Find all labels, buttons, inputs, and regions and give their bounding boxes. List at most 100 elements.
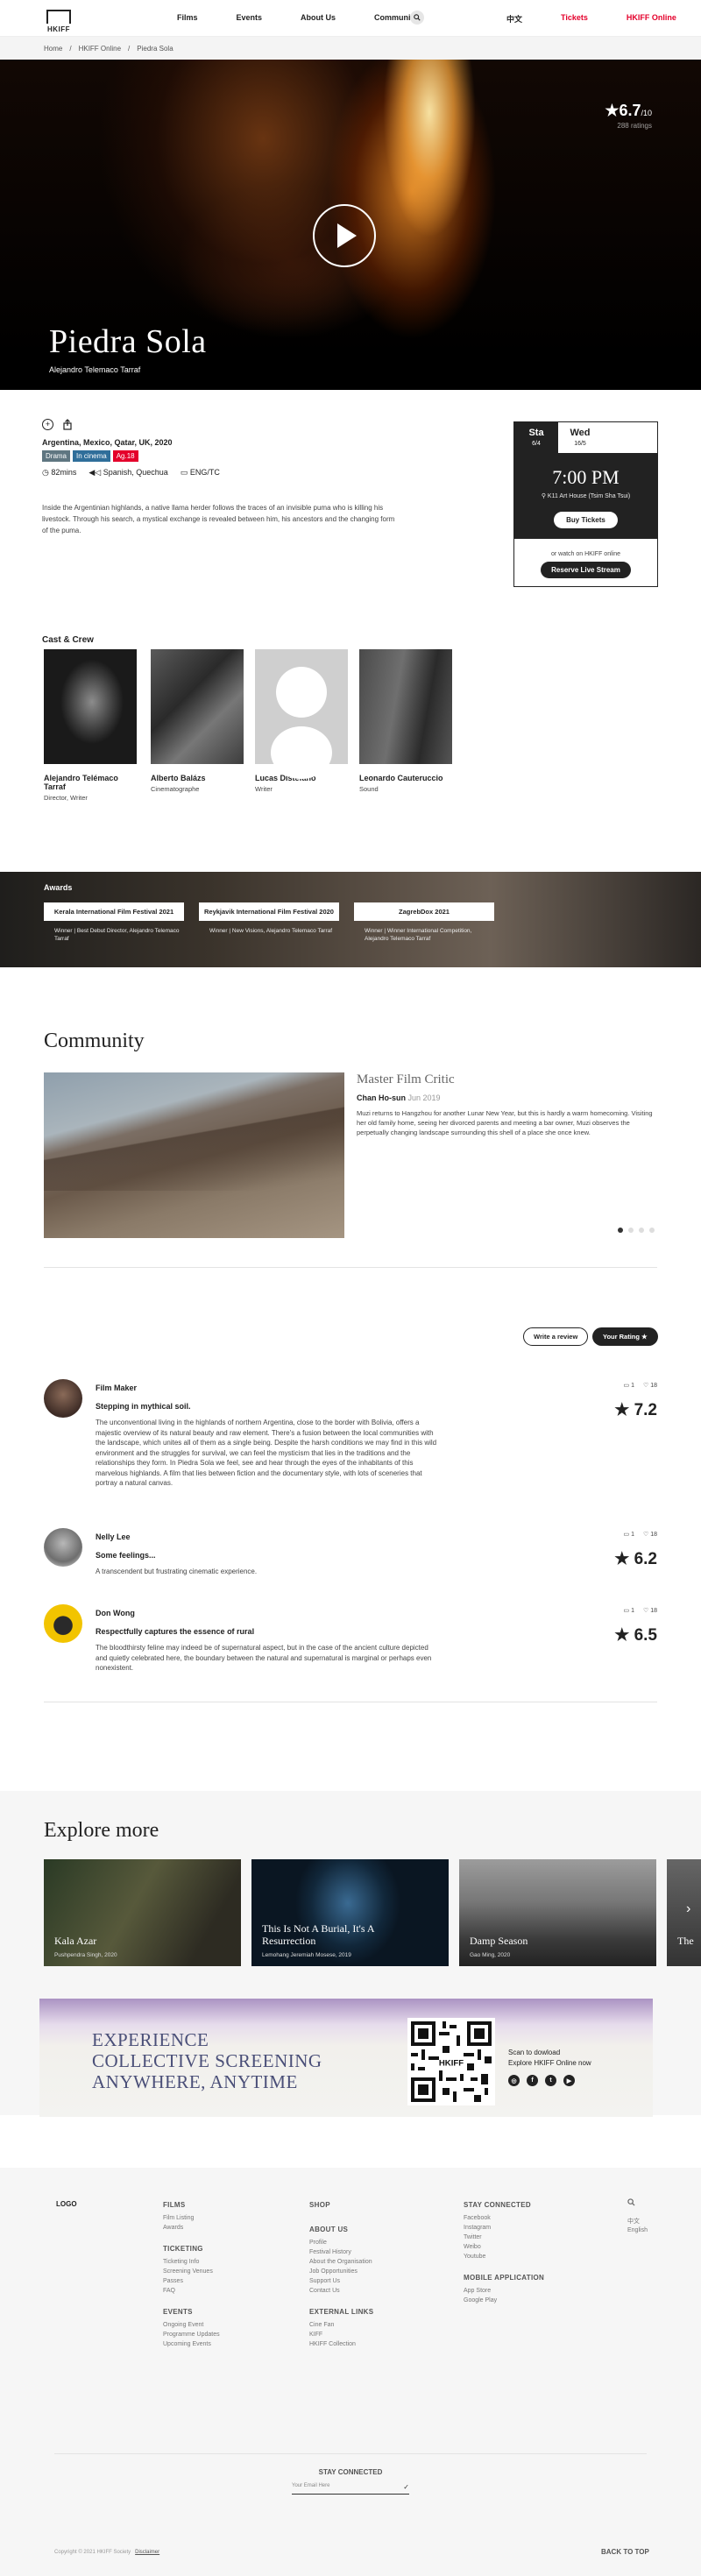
footer-link[interactable]: Awards <box>163 2223 220 2233</box>
carousel-dot[interactable] <box>639 1228 644 1233</box>
footer-link[interactable]: Screening Venues <box>163 2267 220 2276</box>
like-button[interactable]: ♡ 18 <box>643 1382 657 1389</box>
search-button[interactable] <box>410 11 424 25</box>
breadcrumb-hkiff-online[interactable]: HKIFF Online <box>79 45 121 53</box>
your-rating-button[interactable]: Your Rating ★ <box>592 1327 658 1346</box>
back-to-top-button[interactable]: BACK TO TOP <box>601 2548 649 2556</box>
speech-icon: ◀◁ <box>89 468 102 477</box>
awards-section: Awards Kerala International Film Festiva… <box>0 872 701 967</box>
youtube-icon[interactable]: ▶ <box>563 2075 575 2086</box>
footer-link[interactable]: Cine Fan <box>309 2320 373 2330</box>
footer-link[interactable]: Facebook <box>464 2213 544 2223</box>
footer-link[interactable]: Festival History <box>309 2247 373 2257</box>
share-icon[interactable] <box>62 419 73 432</box>
footer-heading[interactable]: EVENTS <box>163 2308 220 2316</box>
like-button[interactable]: ♡ 18 <box>643 1607 657 1614</box>
avatar[interactable] <box>44 1604 82 1643</box>
footer-link[interactable]: App Store <box>464 2286 544 2296</box>
footer-link[interactable]: HKIFF Collection <box>309 2339 373 2349</box>
footer-link[interactable]: Google Play <box>464 2296 544 2305</box>
newsletter-email-field[interactable]: Your Email Here ✓ <box>292 2483 409 2495</box>
footer-link[interactable]: Ongoing Event <box>163 2320 220 2330</box>
nav-about-us[interactable]: About Us <box>301 13 336 22</box>
footer-link[interactable]: About the Organisation <box>309 2257 373 2267</box>
film-card[interactable]: This Is Not A Burial, It's A Resurrectio… <box>251 1859 449 1966</box>
carousel-dot-active[interactable] <box>618 1228 623 1233</box>
twitter-icon[interactable]: t <box>545 2075 556 2086</box>
footer-lang-zh[interactable]: 中文 <box>627 2218 648 2226</box>
footer-heading[interactable]: ABOUT US <box>309 2226 373 2233</box>
footer-link[interactable]: Job Opportunities <box>309 2267 373 2276</box>
comment-button[interactable]: ▭ 1 <box>623 1531 634 1538</box>
nav-events[interactable]: Events <box>237 13 263 22</box>
carousel-dot[interactable] <box>649 1228 655 1233</box>
reviewer-name[interactable]: Don Wong <box>96 1609 135 1617</box>
nav-tickets[interactable]: Tickets <box>561 13 588 25</box>
day-name: Wed <box>570 428 591 438</box>
cast-role: Cinematographe <box>151 785 200 793</box>
footer-heading[interactable]: TICKETING <box>163 2245 220 2253</box>
film-card[interactable]: The <box>667 1859 701 1966</box>
award-item: Reykjavik International Film Festival 20… <box>199 902 339 935</box>
film-card[interactable]: Kala Azar Pushpendra Singh, 2020 <box>44 1859 241 1966</box>
comment-icon: ▭ <box>623 1608 630 1614</box>
add-watchlist-icon[interactable]: + <box>42 419 53 430</box>
footer-link[interactable]: KIFF <box>309 2330 373 2339</box>
carousel-dot[interactable] <box>628 1228 634 1233</box>
day-tab[interactable]: Wed 16/5 <box>558 422 602 453</box>
cast-card[interactable]: Alberto Balázs Cinematographe <box>151 649 244 793</box>
reviewer-name[interactable]: Film Maker <box>96 1384 137 1392</box>
film-card[interactable]: Damp Season Gao Ming, 2020 <box>459 1859 656 1966</box>
footer-link[interactable]: Youtube <box>464 2252 544 2261</box>
footer-link[interactable]: Twitter <box>464 2233 544 2242</box>
footer-link[interactable]: Passes <box>163 2276 220 2286</box>
footer-heading[interactable]: SHOP <box>309 2201 373 2209</box>
nav-films[interactable]: Films <box>177 13 198 22</box>
cast-card[interactable]: Lucas Distéfano Writer <box>255 649 348 793</box>
carousel-dots <box>618 1228 655 1233</box>
award-text: Winner | Best Debut Director, Alejandro … <box>54 928 180 942</box>
footer-link[interactable]: Ticketing Info <box>163 2257 220 2267</box>
comment-button[interactable]: ▭ 1 <box>623 1382 634 1389</box>
critic-text: Muzi returns to Hangzhou for another Lun… <box>357 1109 653 1136</box>
footer-heading[interactable]: EXTERNAL LINKS <box>309 2308 373 2316</box>
language-switch[interactable]: 中文 <box>506 13 522 25</box>
footer-link[interactable]: Profile <box>309 2238 373 2247</box>
instagram-icon[interactable]: ◎ <box>508 2075 520 2086</box>
reserve-live-stream-button[interactable]: Reserve Live Stream <box>541 562 631 578</box>
duration-text: 82mins <box>51 468 77 477</box>
heart-icon: ♡ <box>642 1608 649 1614</box>
footer-link[interactable]: Instagram <box>464 2223 544 2233</box>
cast-card[interactable]: Leonardo Cauteruccio Sound <box>359 649 452 793</box>
avatar[interactable] <box>44 1379 82 1418</box>
comment-button[interactable]: ▭ 1 <box>623 1607 634 1614</box>
write-review-button[interactable]: Write a review <box>523 1327 589 1346</box>
carousel-next-arrow[interactable]: › <box>686 1901 690 1917</box>
disclaimer-link[interactable]: Disclaimer <box>135 2550 159 2555</box>
nav-hkiff-online[interactable]: HKIFF Online <box>627 13 676 25</box>
day-tab-selected[interactable]: Sta 6/4 <box>514 422 558 453</box>
avatar[interactable] <box>44 1528 82 1567</box>
footer-link[interactable]: Weibo <box>464 2242 544 2252</box>
footer-link[interactable]: Support Us <box>309 2276 373 2286</box>
cast-card[interactable]: Alejandro Telémaco Tarraf Director, Writ… <box>44 649 137 802</box>
footer-search-icon[interactable] <box>627 2198 635 2208</box>
footer-link[interactable]: Contact Us <box>309 2286 373 2296</box>
buy-tickets-button[interactable]: Buy Tickets <box>554 512 618 528</box>
play-trailer-button[interactable] <box>313 204 376 267</box>
footer-link[interactable]: FAQ <box>163 2286 220 2296</box>
hkiff-logo[interactable]: HKIFF <box>44 4 74 33</box>
footer-heading[interactable]: FILMS <box>163 2201 220 2209</box>
reviewer-name[interactable]: Nelly Lee <box>96 1532 131 1541</box>
footer-link[interactable]: Programme Updates <box>163 2330 220 2339</box>
promo-line-1: EXPERIENCE <box>92 2029 209 2050</box>
footer-lang-en[interactable]: English <box>627 2226 648 2235</box>
footer-logo[interactable]: LOGO <box>56 2200 77 2208</box>
review-headline: Respectfully captures the essence of rur… <box>96 1627 255 1636</box>
like-button[interactable]: ♡ 18 <box>643 1531 657 1538</box>
footer-link[interactable]: Upcoming Events <box>163 2339 220 2349</box>
footer-link[interactable]: Film Listing <box>163 2213 220 2223</box>
critic-review-image[interactable] <box>44 1072 344 1238</box>
facebook-icon[interactable]: f <box>527 2075 538 2086</box>
breadcrumb-home[interactable]: Home <box>44 45 62 53</box>
